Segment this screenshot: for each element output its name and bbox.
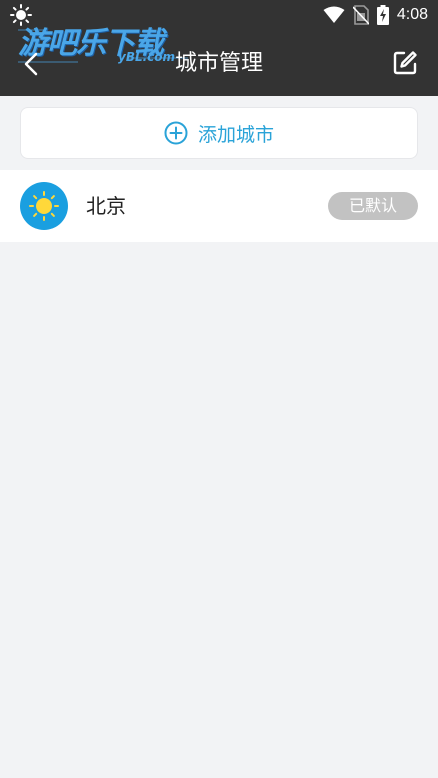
- city-list-item[interactable]: 北京 已默认: [0, 170, 438, 242]
- wifi-icon: [323, 6, 345, 23]
- add-city-label: 添加城市: [197, 123, 274, 146]
- add-city-button[interactable]: 添加城市: [20, 107, 418, 159]
- default-badge[interactable]: 已默认: [328, 192, 418, 220]
- city-name: 北京: [86, 194, 126, 218]
- sunny-icon: [20, 182, 68, 230]
- plus-circle-icon: [164, 121, 188, 145]
- status-time: 4:08: [396, 6, 428, 23]
- edit-icon: [393, 51, 417, 75]
- edit-button[interactable]: [392, 50, 418, 76]
- status-right: 4:08: [323, 0, 428, 30]
- no-sim-icon: [352, 5, 369, 25]
- app-header: 4:08 游吧乐下载 yBL.com 城市管理: [0, 0, 438, 96]
- page-title: 城市管理: [174, 51, 263, 76]
- battery-charging-icon: [376, 5, 389, 25]
